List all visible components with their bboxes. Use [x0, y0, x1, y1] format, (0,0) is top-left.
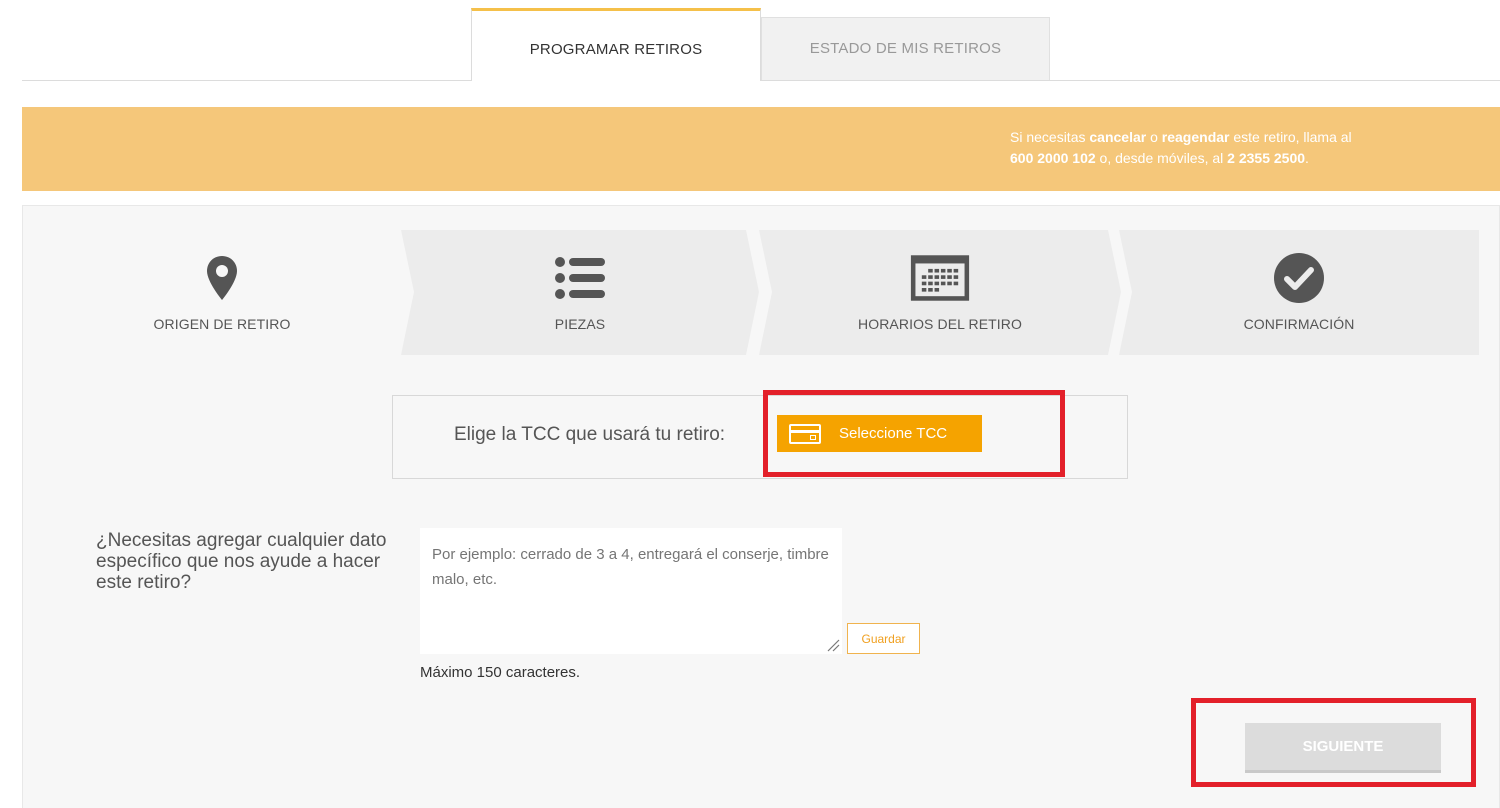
tab-programar-retiros[interactable]: PROGRAMAR RETIROS — [471, 8, 761, 81]
step-confirmacion: CONFIRMACIÓN — [1119, 230, 1479, 355]
step-origen-de-retiro: ORIGEN DE RETIRO — [42, 230, 402, 355]
tab-label: ESTADO DE MIS RETIROS — [809, 40, 1002, 57]
resize-grip-icon[interactable] — [826, 638, 840, 652]
notes-textarea[interactable] — [420, 528, 842, 654]
select-tcc-button[interactable]: Seleccione TCC — [777, 415, 982, 452]
banner-text: Si necesitas cancelar o reagendar este r… — [1010, 129, 1352, 166]
list-icon — [550, 252, 610, 304]
map-pin-icon — [192, 252, 252, 304]
step-label: HORARIOS DEL RETIRO — [858, 316, 1022, 332]
credit-card-icon — [789, 423, 821, 444]
step-label: CONFIRMACIÓN — [1243, 316, 1355, 332]
tab-label: PROGRAMAR RETIROS — [529, 41, 703, 58]
select-tcc-label: Seleccione TCC — [839, 425, 948, 442]
max-chars-hint: Máximo 150 caracteres. — [420, 664, 581, 681]
calendar-icon — [910, 252, 970, 304]
step-label: PIEZAS — [554, 316, 606, 332]
info-banner: Si necesitas cancelar o reagendar este r… — [22, 107, 1500, 191]
notes-question: ¿Necesitas agregar cualquier dato especí… — [96, 530, 387, 593]
next-button[interactable]: SIGUIENTE — [1245, 723, 1441, 773]
tabs-divider — [22, 80, 1500, 81]
tab-estado-mis-retiros[interactable]: ESTADO DE MIS RETIROS — [761, 17, 1050, 80]
step-label: ORIGEN DE RETIRO — [153, 316, 291, 332]
tcc-label: Elige la TCC que usará tu retiro: — [454, 424, 726, 445]
step-piezas: PIEZAS — [401, 230, 759, 355]
save-button[interactable]: Guardar — [847, 623, 920, 654]
step-horarios-del-retiro: HORARIOS DEL RETIRO — [759, 230, 1121, 355]
check-circle-icon — [1269, 252, 1329, 304]
